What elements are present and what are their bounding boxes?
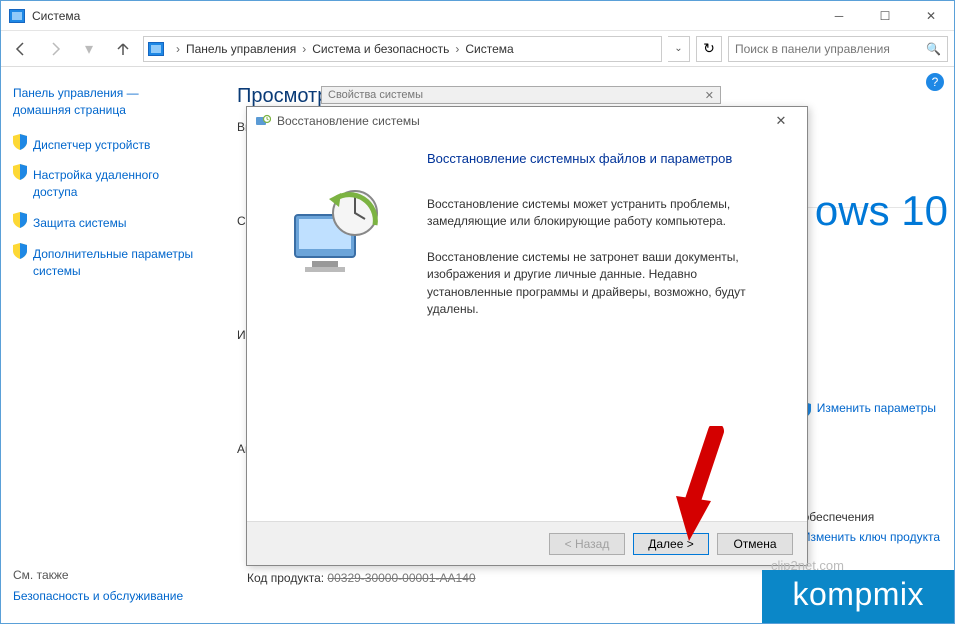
cancel-button[interactable]: Отмена [717, 533, 793, 555]
back-button[interactable]: < Назад [549, 533, 625, 555]
shield-icon [13, 134, 27, 150]
window-title: Система [32, 9, 80, 23]
sidebar-home[interactable]: Панель управления — домашняя страница [13, 85, 199, 119]
search-input[interactable] [735, 42, 926, 56]
shield-icon [13, 212, 27, 228]
shield-icon [13, 243, 27, 259]
next-button[interactable]: Далее > [633, 533, 709, 555]
address-breadcrumb[interactable]: › Панель управления › Система и безопасн… [143, 36, 662, 62]
dialog-body: Восстановление системных файлов и параме… [247, 135, 807, 521]
sidebar-item-label: Настройка удаленного доступа [33, 167, 199, 201]
refresh-button[interactable]: ↻ [696, 36, 722, 62]
search-box[interactable]: 🔍 [728, 36, 948, 62]
back-button[interactable] [7, 35, 35, 63]
right-links: Изменить параметры [797, 401, 936, 424]
forward-button[interactable] [41, 35, 69, 63]
crumb-3[interactable]: Система [465, 42, 513, 56]
sidebar-item-remote[interactable]: Настройка удаленного доступа [13, 163, 199, 205]
dialog-text-1: Восстановление системы может устранить п… [427, 196, 777, 231]
history-dropdown[interactable]: ▾ [75, 35, 103, 63]
sidebar-item-label: Защита системы [33, 215, 126, 232]
dialog-illustration [247, 135, 427, 521]
address-dropdown[interactable]: ⌄ [668, 36, 690, 62]
system-properties-dialog-titlebar: Свойства системы ✕ [321, 86, 721, 104]
sidebar-item-advanced[interactable]: Дополнительные параметры системы [13, 242, 199, 284]
close-button[interactable]: ✕ [908, 1, 954, 31]
crumb-2[interactable]: Система и безопасность [312, 42, 449, 56]
see-also-heading: См. также [13, 568, 199, 582]
maximize-button[interactable]: ☐ [862, 1, 908, 31]
link-label: Изменить параметры [817, 401, 936, 415]
dialog-main: Восстановление системных файлов и параме… [427, 135, 807, 521]
breadcrumb-icon [148, 42, 164, 56]
dialog-button-bar: < Назад Далее > Отмена [247, 521, 807, 565]
system-restore-dialog: Восстановление системы ✕ Восстановление … [246, 106, 808, 566]
app-icon [9, 9, 25, 23]
product-code-row: Код продукта: 00329-30000-00001-AA140 [247, 571, 476, 585]
crumb-1[interactable]: Панель управления [186, 42, 296, 56]
shield-icon [13, 164, 27, 180]
restore-icon [255, 113, 271, 129]
sidebar-item-label: Диспетчер устройств [33, 137, 150, 154]
sidebar: Панель управления — домашняя страница Ди… [1, 67, 211, 623]
sidebar-item-label: Дополнительные параметры системы [33, 246, 199, 280]
toolbar: ▾ › Панель управления › Система и безопа… [1, 31, 954, 67]
dialog-title: Восстановление системы [277, 114, 420, 128]
sidebar-item-protection[interactable]: Защита системы [13, 211, 199, 236]
change-params-link[interactable]: Изменить параметры [797, 401, 936, 418]
minimize-button[interactable]: ─ [816, 1, 862, 31]
dialog-title: Свойства системы [328, 89, 423, 101]
windows10-logo-text: ows 10 [815, 187, 948, 235]
sidebar-item-device-manager[interactable]: Диспетчер устройств [13, 133, 199, 158]
link-label: Изменить ключ продукта [802, 530, 940, 547]
see-also-link[interactable]: Безопасность и обслуживание [13, 588, 199, 605]
watermark: kompmix [762, 570, 954, 623]
dialog-close-button[interactable]: ✕ [763, 109, 799, 133]
dialog-text-2: Восстановление системы не затронет ваши … [427, 249, 777, 319]
titlebar: Система ─ ☐ ✕ [1, 1, 954, 31]
dialog-heading: Восстановление системных файлов и параме… [427, 151, 777, 166]
system-window: Система ─ ☐ ✕ ▾ › Панель управления › Си… [0, 0, 955, 624]
window-controls: ─ ☐ ✕ [816, 1, 954, 31]
dialog-titlebar: Восстановление системы ✕ [247, 107, 807, 135]
close-icon[interactable]: ✕ [705, 89, 714, 102]
search-icon: 🔍 [926, 42, 941, 56]
up-button[interactable] [109, 35, 137, 63]
help-icon[interactable]: ? [926, 73, 944, 91]
